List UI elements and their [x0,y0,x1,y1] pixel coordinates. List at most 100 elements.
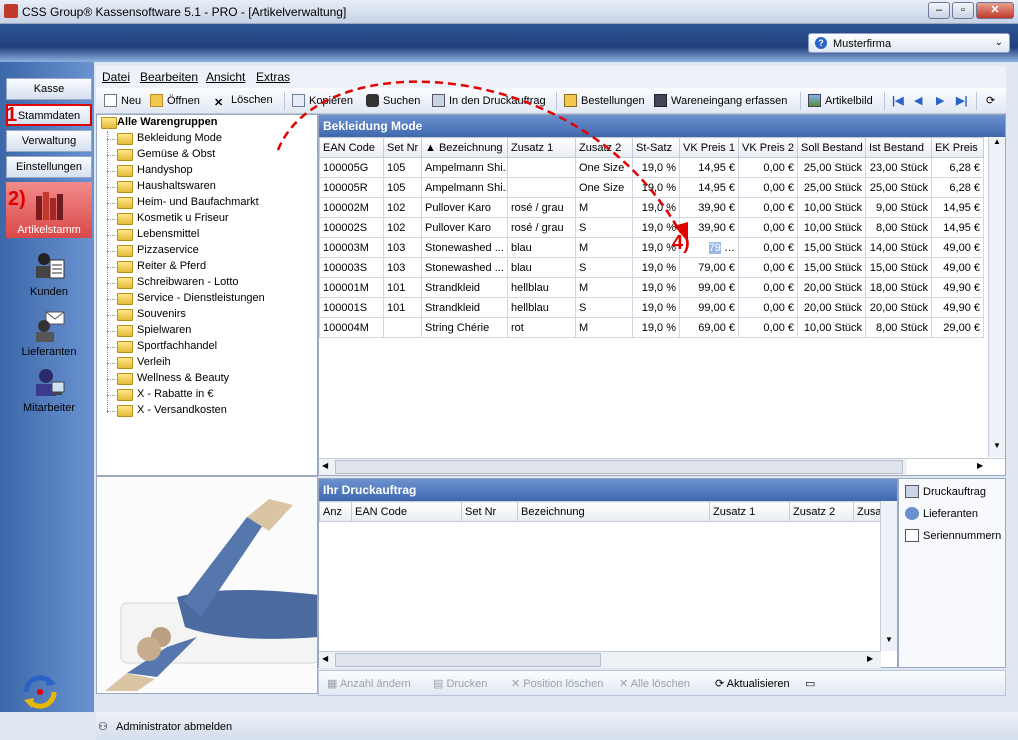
table-cell[interactable]: 25,00 Stück [797,157,866,178]
table-cell[interactable]: 100001S [319,297,384,318]
nav-einstellungen[interactable]: Einstellungen [6,156,92,178]
table-row[interactable]: 100004M String Chérie rot M 19,0 % 69,00 €0,0… [319,317,984,338]
table-cell[interactable]: hellblau [507,277,576,298]
table-cell[interactable]: hellblau [507,297,576,318]
table-cell[interactable]: 19,0 % [632,317,680,338]
table-cell[interactable]: 15,00 Stück [797,257,866,278]
logout-link[interactable]: Administrator abmelden [116,721,232,733]
table-cell[interactable]: M [575,277,633,298]
print-column-header[interactable]: Zusa [853,501,882,522]
table-cell[interactable]: 100001M [319,277,384,298]
print-column-header[interactable]: Anz [319,501,352,522]
table-cell[interactable]: 18,00 Stück [865,277,932,298]
table-cell[interactable]: 14,00 Stück [865,237,932,258]
menu-ansicht[interactable]: Ansicht [206,70,245,84]
tree-root[interactable]: Alle Warengruppen [117,116,217,128]
tree-item[interactable]: Sportfachhandel [107,340,217,353]
table-cell[interactable]: 19,0 % [632,277,680,298]
side-link-print-job[interactable]: Druckauftrag [905,485,986,498]
table-cell[interactable]: 10,00 Stück [797,197,866,218]
table-cell[interactable]: String Chérie [421,317,508,338]
nav-kunden[interactable]: Kunden [6,244,92,300]
scroll-down-icon[interactable]: ▼ [989,441,1005,457]
table-cell[interactable]: 0,00 € [738,297,798,318]
print-column-header[interactable]: Bezeichnung [517,501,710,522]
table-cell[interactable]: 6,28 € [931,157,984,178]
nav-kasse[interactable]: Kasse [6,78,92,100]
table-cell[interactable]: 25,00 Stück [865,177,932,198]
nav-stammdaten[interactable]: Stammdaten [6,104,92,126]
print-column-header[interactable]: EAN Code [351,501,462,522]
column-header[interactable]: EK Preis [931,137,984,158]
print-vertical-scrollbar[interactable]: ▼ [880,501,897,651]
tree-item[interactable]: Schreibwaren - Lotto [107,276,239,289]
table-row[interactable]: 100003S 103 Stonewashed ... blau S 19,0 % 79,0… [319,257,984,278]
table-cell[interactable]: 14,95 € [931,197,984,218]
table-cell[interactable]: 49,00 € [931,257,984,278]
column-header[interactable]: Ist Bestand [865,137,932,158]
table-cell[interactable]: S [575,257,633,278]
table-cell[interactable]: 69,00 € [679,317,739,338]
table-cell[interactable]: 103 [383,257,422,278]
change-quantity-button[interactable]: ▦ Anzahl ändern [327,677,411,690]
article-image-button[interactable]: Artikelbild [808,94,873,107]
table-cell[interactable]: 0,00 € [738,257,798,278]
print-horizontal-scrollbar[interactable]: ◀ ▶ [319,651,881,668]
menu-datei[interactable]: Datei [102,70,130,84]
scroll-thumb[interactable] [335,460,903,474]
table-cell[interactable]: 15,00 Stück [797,237,866,258]
nav-verwaltung[interactable]: Verwaltung [6,130,92,152]
table-cell[interactable]: 99,00 € [679,297,739,318]
new-button[interactable]: Neu [104,94,141,107]
table-cell[interactable]: Stonewashed ... [421,257,508,278]
table-cell[interactable]: Strandkleid [421,277,508,298]
nav-mitarbeiter[interactable]: Mitarbeiter [6,360,92,416]
table-cell[interactable]: 20,00 Stück [865,297,932,318]
table-cell[interactable]: 15,00 Stück [865,257,932,278]
table-cell[interactable]: 23,00 Stück [865,157,932,178]
table-cell[interactable]: Strandkleid [421,297,508,318]
table-cell[interactable]: 49,00 € [931,237,984,258]
delete-position-button[interactable]: ✕ Position löschen [511,677,603,690]
scroll-right-icon[interactable]: ▶ [867,654,873,663]
close-button[interactable]: ✕ [976,2,1014,19]
table-cell[interactable]: 0,00 € [738,177,798,198]
minimize-button[interactable]: – [928,2,950,19]
table-cell[interactable]: 100004M [319,317,384,338]
table-cell[interactable]: 0,00 € [738,217,798,238]
refresh-icon[interactable]: ⟳ [986,94,995,107]
column-header[interactable]: Soll Bestand [797,137,866,158]
table-cell[interactable]: 8,00 Stück [865,217,932,238]
menu-bearbeiten[interactable]: Bearbeiten [140,70,198,84]
table-cell[interactable]: 99,00 € [679,277,739,298]
scroll-left-icon[interactable]: ◀ [322,461,328,470]
scroll-right-icon[interactable]: ▶ [977,461,983,470]
tree-item[interactable]: Haushaltswaren [107,180,216,193]
scroll-thumb[interactable] [335,653,601,667]
table-cell[interactable]: 49,90 € [931,277,984,298]
table-cell[interactable]: 10,00 Stück [797,217,866,238]
table-cell[interactable]: 10,00 Stück [797,317,866,338]
tree-item[interactable]: Kosmetik u Friseur [107,212,229,225]
table-cell[interactable]: 20,00 Stück [797,297,866,318]
first-record-icon[interactable]: |◀ [892,94,904,107]
tree-item[interactable]: Spielwaren [107,324,191,337]
ellipsis-button[interactable]: … [721,242,735,254]
side-link-serial-numbers[interactable]: Seriennummern [905,529,1001,542]
tree-item[interactable]: Souvenirs [107,308,186,321]
cell-edit-value[interactable]: 79 [708,241,721,254]
nav-lieferanten[interactable]: Lieferanten [6,304,92,360]
column-header[interactable]: VK Preis 2 [738,137,798,158]
grid-vertical-scrollbar[interactable]: ▲ ▼ [988,137,1005,457]
tree-item[interactable]: Reiter & Pferd [107,260,206,273]
tree-item[interactable]: Service - Dienstleistungen [107,292,265,305]
tree-item[interactable]: X - Versandkosten [107,404,227,417]
open-button[interactable]: Öffnen [150,94,200,107]
tree-item[interactable]: Heim- und Baufachmarkt [107,196,259,209]
table-cell[interactable]: 14,95 € [931,217,984,238]
tree-item[interactable]: Gemüse & Obst [107,148,215,161]
next-record-icon[interactable]: ▶ [936,94,944,107]
scroll-up-icon[interactable]: ▲ [989,137,1005,153]
tree-item[interactable]: Pizzaservice [107,244,199,257]
tree-item[interactable]: X - Rabatte in € [107,388,213,401]
